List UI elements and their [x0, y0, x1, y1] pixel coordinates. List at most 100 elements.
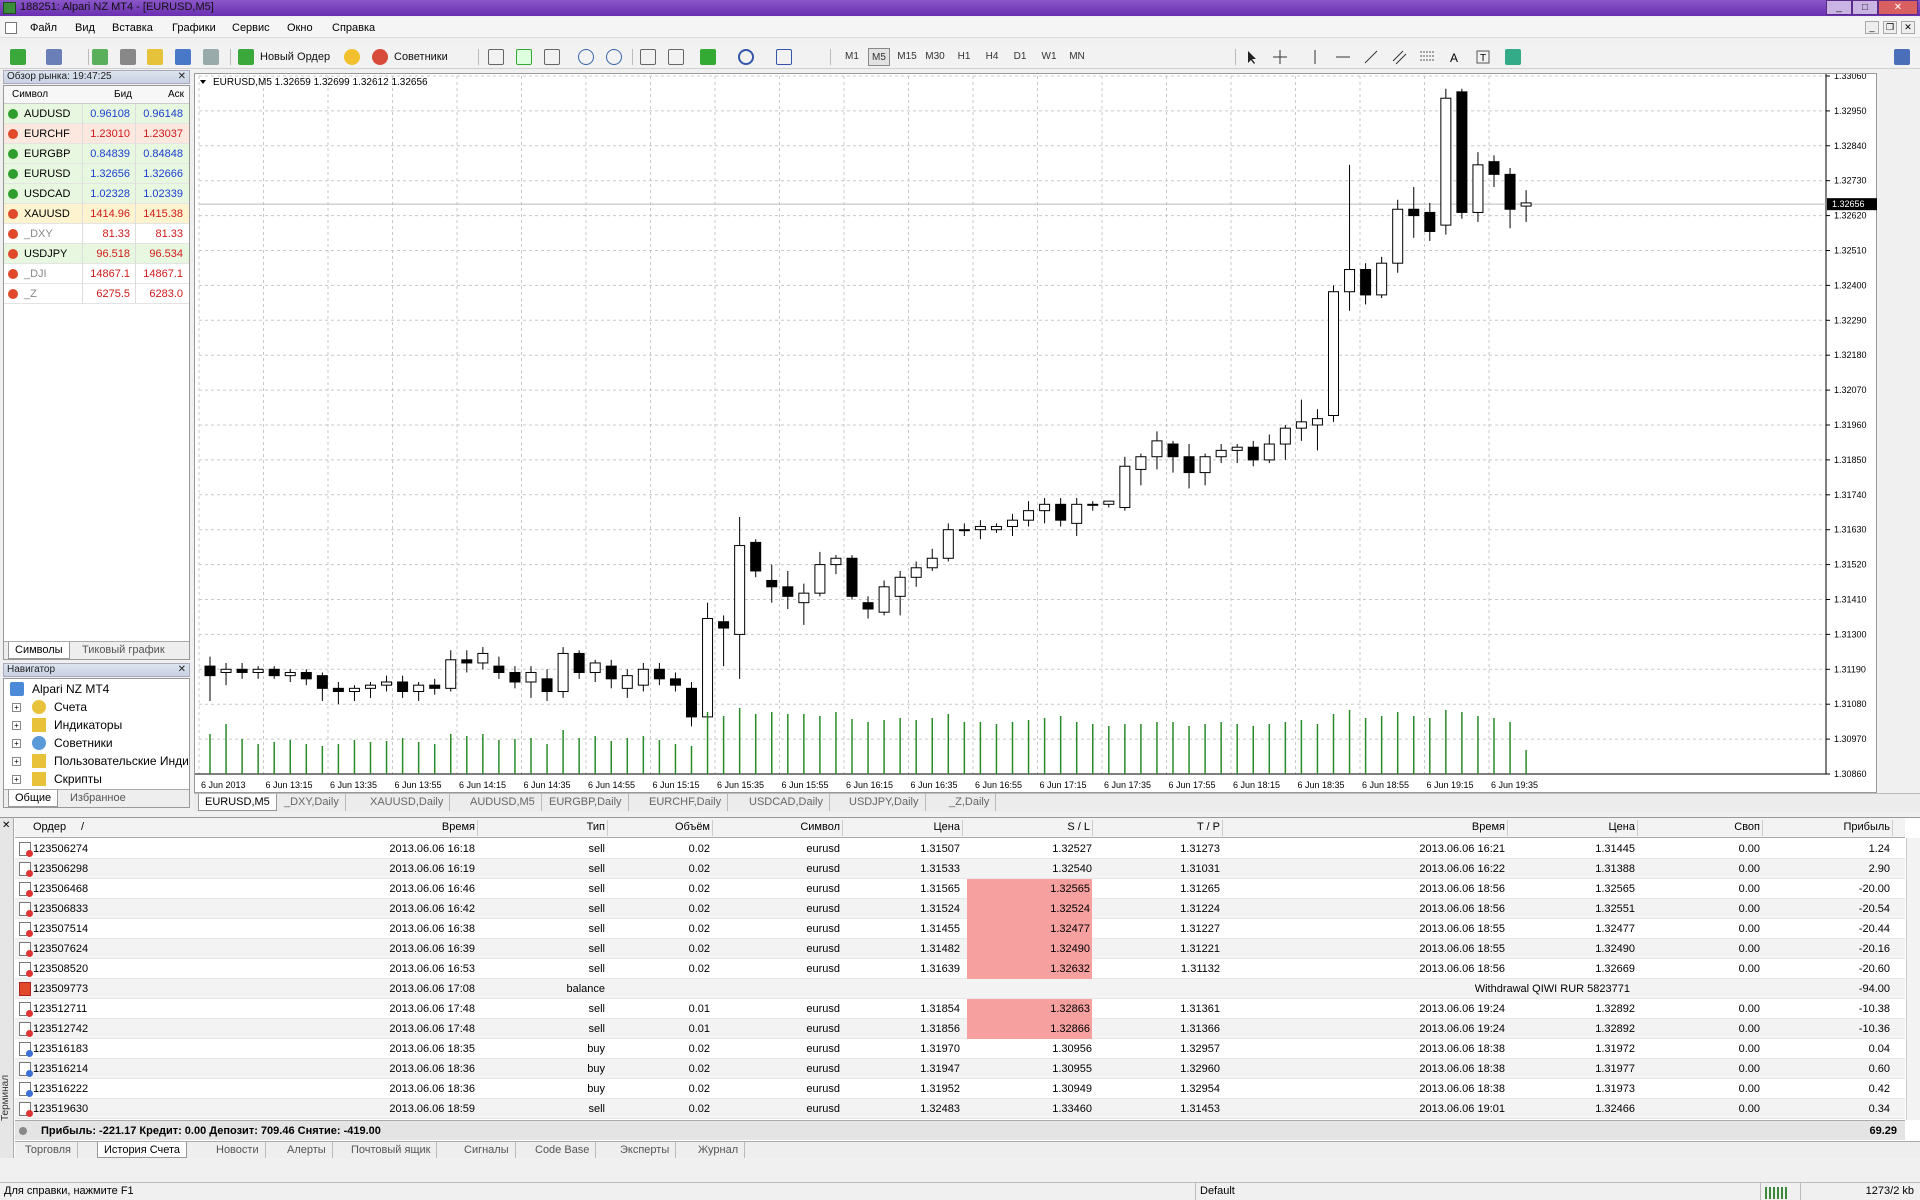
col-bid[interactable]: Бид	[114, 86, 132, 104]
col-ask[interactable]: Аск	[168, 86, 184, 104]
expand-icon[interactable]: +	[12, 739, 21, 748]
navigator-icon[interactable]	[147, 49, 163, 65]
tab-common[interactable]: Общие	[8, 790, 59, 807]
chart-tab[interactable]: EURGBP,Daily	[543, 794, 629, 811]
history-scrollbar[interactable]	[1906, 838, 1920, 1120]
chart-tab[interactable]: USDCAD,Daily	[743, 794, 830, 811]
history-col-header[interactable]: Время	[165, 821, 475, 833]
history-row[interactable]: 123506274 2013.06.06 16:18 sell 0.02 eurusd 1…	[15, 839, 1905, 859]
market-watch-row[interactable]: EURGBP 0.84839 0.84848	[4, 144, 189, 164]
text-label-icon[interactable]: T	[1475, 49, 1491, 65]
tab-tick-chart[interactable]: Тиковый график	[76, 642, 171, 659]
tf-w1[interactable]: W1	[1038, 48, 1060, 66]
history-col-header[interactable]: Тип	[480, 821, 605, 833]
market-watch-icon[interactable]	[92, 49, 108, 65]
terminal-tab[interactable]: История Счета	[97, 1142, 188, 1158]
history-col-header[interactable]: T / P	[1095, 821, 1220, 833]
history-col-header[interactable]: Цена	[1510, 821, 1635, 833]
help-icon[interactable]	[1894, 49, 1910, 65]
mdi-minimize-icon[interactable]: _	[1865, 21, 1879, 34]
menu-view[interactable]: Вид	[75, 22, 95, 34]
history-row[interactable]: 123507514 2013.06.06 16:38 sell 0.02 eurusd 1…	[15, 919, 1905, 939]
experts-button[interactable]: Советники	[394, 48, 448, 66]
tf-mn[interactable]: MN	[1066, 48, 1088, 66]
menu-window[interactable]: Окно	[287, 22, 313, 34]
history-col-header[interactable]: Символ	[715, 821, 840, 833]
new-chart-icon[interactable]	[10, 49, 26, 65]
chart-tab[interactable]: EURUSD,M5	[198, 794, 277, 811]
periods-icon[interactable]	[738, 49, 754, 65]
history-row[interactable]: 123506468 2013.06.06 16:46 sell 0.02 eurusd 1…	[15, 879, 1905, 899]
tf-d1[interactable]: D1	[1009, 48, 1031, 66]
terminal-tab[interactable]: Code Base	[529, 1142, 597, 1158]
market-watch-row[interactable]: _DJI 14867.1 14867.1	[4, 264, 189, 284]
maximize-button[interactable]: □	[1852, 0, 1878, 15]
arrows-icon[interactable]	[1505, 49, 1521, 65]
new-order-button[interactable]: Новый Ордер	[260, 48, 330, 66]
market-watch-row[interactable]: _DXY 81.33 81.33	[4, 224, 189, 244]
minimize-button[interactable]: _	[1826, 0, 1852, 15]
terminal-tab[interactable]: Эксперты	[614, 1142, 677, 1158]
metaeditor-icon[interactable]	[344, 49, 360, 65]
menu-file[interactable]: Файл	[30, 22, 57, 34]
menu-tools[interactable]: Сервис	[232, 22, 270, 34]
tf-m15[interactable]: M15	[896, 48, 918, 66]
history-col-header[interactable]: Цена	[845, 821, 960, 833]
market-watch-row[interactable]: USDJPY 96.518 96.534	[4, 244, 189, 264]
terminal-tab[interactable]: Почтовый ящик	[345, 1142, 438, 1158]
tf-m1[interactable]: M1	[841, 48, 863, 66]
chart-tab[interactable]: USDJPY,Daily	[843, 794, 926, 811]
col-symbol[interactable]: Символ	[12, 86, 48, 104]
mdi-close-icon[interactable]: ✕	[1901, 21, 1915, 34]
fibonacci-icon[interactable]	[1419, 49, 1435, 65]
market-watch-close-icon[interactable]: ✕	[178, 71, 186, 83]
terminal-tab[interactable]: Сигналы	[458, 1142, 516, 1158]
text-icon[interactable]: A	[1447, 49, 1463, 65]
terminal-tab[interactable]: Торговля	[19, 1142, 78, 1158]
history-row[interactable]: 123512742 2013.06.06 17:48 sell 0.01 eurusd 1…	[15, 1019, 1905, 1039]
zoom-in-icon[interactable]	[578, 49, 594, 65]
horizontal-line-icon[interactable]	[1335, 49, 1351, 65]
tf-h1[interactable]: H1	[953, 48, 975, 66]
terminal-close-icon[interactable]: ✕	[2, 820, 10, 831]
terminal-tab[interactable]: Новости	[210, 1142, 266, 1158]
tf-m5[interactable]: M5	[868, 48, 890, 66]
terminal-icon[interactable]	[175, 49, 191, 65]
chart-tab[interactable]: AUDUSD,M5	[464, 794, 542, 811]
menu-help[interactable]: Справка	[332, 22, 375, 34]
history-col-header[interactable]: /	[81, 821, 84, 833]
menu-insert[interactable]: Вставка	[112, 22, 153, 34]
market-watch-row[interactable]: _Z 6275.5 6283.0	[4, 284, 189, 304]
history-row[interactable]: 123516183 2013.06.06 18:35 buy 0.02 eurusd 1.…	[15, 1039, 1905, 1059]
tf-m30[interactable]: M30	[924, 48, 946, 66]
expand-icon[interactable]: +	[12, 721, 21, 730]
line-chart-icon[interactable]	[544, 49, 560, 65]
history-row[interactable]: 123506298 2013.06.06 16:19 sell 0.02 eurusd 1…	[15, 859, 1905, 879]
history-row[interactable]: 123512711 2013.06.06 17:48 sell 0.01 eurusd 1…	[15, 999, 1905, 1019]
history-row[interactable]: 123508520 2013.06.06 16:53 sell 0.02 eurusd 1…	[15, 959, 1905, 979]
templates-icon[interactable]	[776, 49, 792, 65]
market-watch-row[interactable]: EURUSD 1.32656 1.32666	[4, 164, 189, 184]
cursor-icon[interactable]	[1244, 49, 1260, 65]
history-row[interactable]: 123507624 2013.06.06 16:39 sell 0.02 eurusd 1…	[15, 939, 1905, 959]
channel-icon[interactable]	[1391, 49, 1407, 65]
history-row[interactable]: 123506833 2013.06.06 16:42 sell 0.02 eurusd 1…	[15, 899, 1905, 919]
expand-icon[interactable]: +	[12, 703, 21, 712]
market-watch-row[interactable]: XAUUSD 1414.96 1415.38	[4, 204, 189, 224]
tab-favorites[interactable]: Избранное	[64, 790, 132, 807]
history-col-header[interactable]: S / L	[965, 821, 1090, 833]
chart-tab[interactable]: EURCHF,Daily	[643, 794, 729, 811]
chart-tab[interactable]: XAUUSD,Daily	[364, 794, 451, 811]
history-col-header[interactable]: Время	[1225, 821, 1505, 833]
history-col-header[interactable]: Объём	[610, 821, 710, 833]
mdi-restore-icon[interactable]: ❐	[1883, 21, 1897, 34]
navigator-close-icon[interactable]: ✕	[178, 664, 186, 676]
tab-symbols[interactable]: Символы	[8, 642, 70, 659]
chart-tab[interactable]: _Z,Daily	[943, 794, 997, 811]
history-col-header[interactable]: Ордер	[33, 821, 66, 833]
terminal-tab[interactable]: Журнал	[692, 1142, 746, 1158]
data-window-icon[interactable]	[120, 49, 136, 65]
history-row[interactable]: 123516222 2013.06.06 18:36 buy 0.02 eurusd 1.…	[15, 1079, 1905, 1099]
market-watch-row[interactable]: AUDUSD 0.96108 0.96148	[4, 104, 189, 124]
close-button[interactable]: ✕	[1878, 0, 1918, 15]
